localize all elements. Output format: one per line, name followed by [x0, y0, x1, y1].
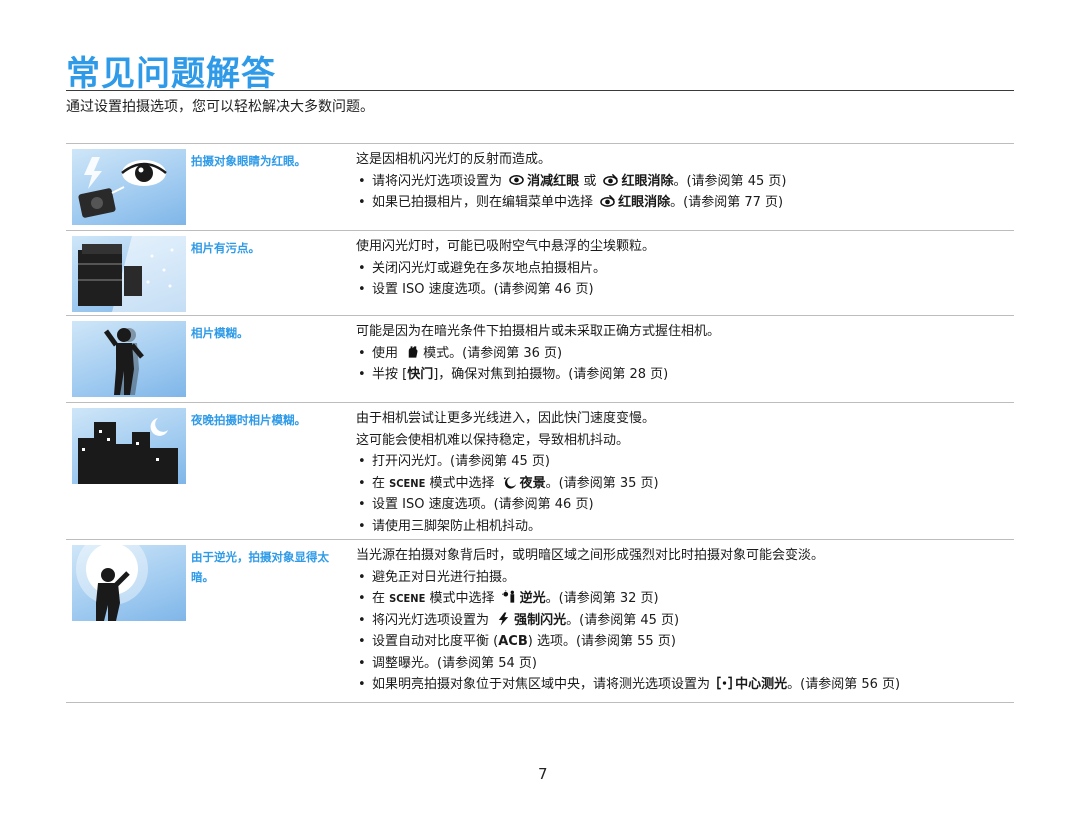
- title-divider: [66, 90, 1014, 91]
- faq-table: 拍摄对象眼睛为红眼。 这是因相机闪光灯的反射而造成。 请将闪光灯选项设置为 消减…: [66, 143, 1014, 703]
- red-eye-fix-icon: [603, 173, 619, 186]
- issue-description: 使用闪光灯时，可能已吸附空气中悬浮的尘埃颗粒。: [356, 239, 656, 254]
- dust-spots-illustration: [72, 236, 186, 312]
- solution-block: 当光源在拍摄对象背后时，或明暗区域之间形成强烈对比时拍摄对象可能会变淡。 避免正…: [356, 545, 1014, 696]
- solution-item: 在 SCENE 模式中选择 夜景。(请参阅第 35 页): [356, 473, 1014, 495]
- issue-label: 相片模糊。: [191, 326, 249, 340]
- solution-item: 使用 模式。(请参阅第 36 页): [356, 343, 1014, 365]
- backlight-illustration: [72, 545, 186, 621]
- faq-row-backlight: 由于逆光，拍摄对象显得太暗。 当光源在拍摄对象背后时，或明暗区域之间形成强烈对比…: [66, 539, 1014, 703]
- center-weighted-icon: [717, 676, 732, 690]
- solution-item: 在 SCENE 模式中选择 逆光。(请参阅第 32 页): [356, 588, 1014, 610]
- solution-item: 调整曝光。(请参阅第 54 页): [356, 653, 1014, 675]
- solution-item: 半按 [快门]，确保对焦到拍摄物。(请参阅第 28 页): [356, 364, 1014, 386]
- red-eye-fix-icon: [600, 194, 615, 207]
- night-scene-icon: [503, 476, 516, 489]
- issue-label: 拍摄对象眼睛为红眼。: [191, 154, 306, 168]
- solution-item: 如果已拍摄相片，则在编辑菜单中选择 红眼消除。(请参阅第 77 页): [356, 192, 1014, 214]
- issue-description: 这是因相机闪光灯的反射而造成。: [356, 152, 552, 167]
- solution-item: 设置 ISO 速度选项。(请参阅第 46 页): [356, 279, 1014, 301]
- scene-mode-label: SCENE: [389, 592, 426, 605]
- issue-description: 可能是因为在暗光条件下拍摄相片或未采取正确方式握住相机。: [356, 324, 721, 339]
- solution-item: 打开闪光灯。(请参阅第 45 页): [356, 451, 1014, 473]
- page-number: 7: [538, 765, 548, 783]
- faq-row-night: 夜晚拍摄时相片模糊。 由于相机尝试让更多光线进入，因此快门速度变慢。 这可能会使…: [66, 402, 1014, 539]
- issue-description: 由于相机尝试让更多光线进入，因此快门速度变慢。: [356, 411, 656, 426]
- solution-block: 由于相机尝试让更多光线进入，因此快门速度变慢。 这可能会使相机难以保持稳定，导致…: [356, 408, 1014, 537]
- faq-row-spots: 相片有污点。 使用闪光灯时，可能已吸附空气中悬浮的尘埃颗粒。 关闭闪光灯或避免在…: [66, 230, 1014, 315]
- red-eye-illustration: [72, 149, 186, 225]
- solution-item: 设置自动对比度平衡 (ACB) 选项。(请参阅第 55 页): [356, 631, 1014, 653]
- solution-block: 可能是因为在暗光条件下拍摄相片或未采取正确方式握住相机。 使用 模式。(请参阅第…: [356, 321, 1014, 386]
- page-title: 常见问题解答: [66, 54, 276, 94]
- solution-item: 设置 ISO 速度选项。(请参阅第 46 页): [356, 494, 1014, 516]
- red-eye-icon: [509, 174, 524, 185]
- faq-row-red-eye: 拍摄对象眼睛为红眼。 这是因相机闪光灯的反射而造成。 请将闪光灯选项设置为 消减…: [66, 143, 1014, 230]
- issue-label: 由于逆光，拍摄对象显得太暗。: [191, 550, 329, 584]
- issue-description: 这可能会使相机难以保持稳定，导致相机抖动。: [356, 432, 630, 448]
- solution-item: 请将闪光灯选项设置为 消减红眼 或 红眼消除。(请参阅第 45 页): [356, 171, 1014, 193]
- issue-label: 相片有污点。: [191, 241, 260, 255]
- intro-text: 通过设置拍摄选项，您可以轻松解决大多数问题。: [66, 99, 374, 115]
- night-scene-illustration: [72, 408, 186, 484]
- issue-description: 当光源在拍摄对象背后时，或明暗区域之间形成强烈对比时拍摄对象可能会变淡。: [356, 548, 825, 563]
- solution-block: 使用闪光灯时，可能已吸附空气中悬浮的尘埃颗粒。 关闭闪光灯或避免在多灰地点拍摄相…: [356, 236, 1014, 301]
- solution-item: 关闭闪光灯或避免在多灰地点拍摄相片。: [356, 258, 1014, 280]
- solution-item: 如果明亮拍摄对象位于对焦区域中央，请将测光选项设置为 中心测光。(请参阅第 56…: [356, 674, 1014, 696]
- anti-shake-icon: [408, 345, 418, 358]
- scene-mode-label: SCENE: [389, 476, 426, 490]
- issue-label: 夜晚拍摄时相片模糊。: [191, 413, 306, 427]
- solution-item: 将闪光灯选项设置为 强制闪光。(请参阅第 45 页): [356, 610, 1014, 632]
- backlight-icon: [501, 590, 514, 603]
- flash-on-icon: [498, 611, 509, 626]
- faq-row-blurry: 相片模糊。 可能是因为在暗光条件下拍摄相片或未采取正确方式握住相机。 使用 模式…: [66, 315, 1014, 402]
- solution-block: 这是因相机闪光灯的反射而造成。 请将闪光灯选项设置为 消减红眼 或 红眼消除。(…: [356, 149, 1014, 214]
- solution-item: 避免正对日光进行拍摄。: [356, 567, 1014, 589]
- blurry-photo-illustration: [72, 321, 186, 397]
- solution-item: 请使用三脚架防止相机抖动。: [356, 516, 1014, 538]
